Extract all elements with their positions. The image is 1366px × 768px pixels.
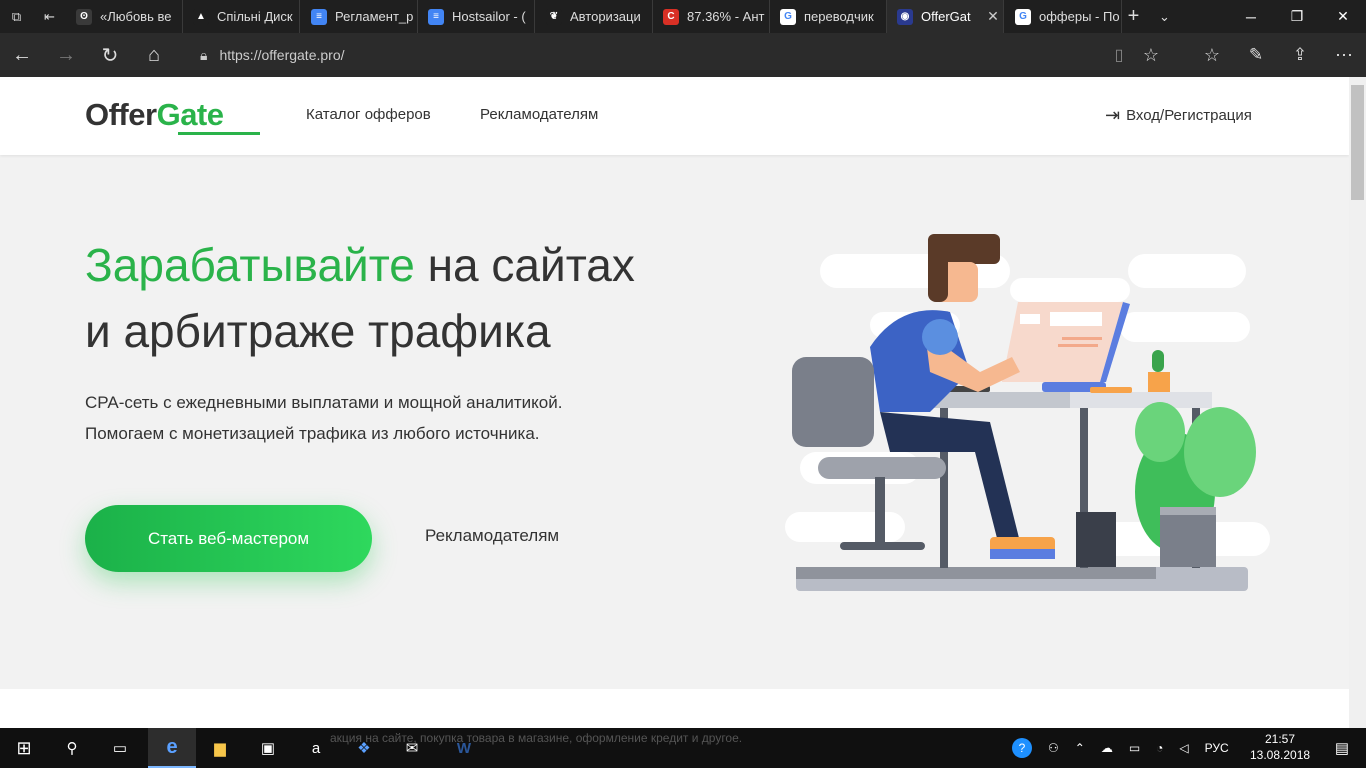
browser-tab[interactable]: ʘ «Любовь ве [66,0,183,33]
nav-catalog[interactable]: Каталог офферов [306,106,431,123]
amazon-icon[interactable]: a [292,728,340,768]
favorites-hub-icon[interactable]: ☆ [1190,33,1234,77]
login-icon: ⇥ [1105,105,1121,125]
favorite-star-icon[interactable]: ☆ [1129,33,1173,77]
word-icon[interactable]: W [440,728,488,768]
lock-icon: 🔒︎ [200,46,208,63]
help-icon[interactable]: ? [1012,738,1032,758]
site-header: OfferGate Каталог офферов Рекламодателям… [0,77,1349,155]
search-icon[interactable]: ⚲ [48,728,96,768]
tab-favicon-icon: ≡ [311,8,327,25]
tab-favicon-icon: ʘ [76,8,92,25]
back-icon[interactable]: ← [0,33,44,77]
share-icon[interactable]: ⇪ [1278,33,1322,77]
tab-list-chevron-icon[interactable]: ⌄ [1148,0,1181,33]
browser-tab[interactable]: Gпереводчик [770,0,887,33]
clock-date: 13.08.2018 [1250,748,1311,762]
browser-tab[interactable]: C 87.36% - Ант [653,0,770,33]
login-label: Вход/Регистрация [1126,107,1252,124]
battery-icon[interactable]: ▭ [1129,741,1140,755]
close-window-icon[interactable]: ✕ [1320,0,1366,33]
browser-tab-bar: ⧉ ⇤ ʘ «Любовь ве ▲ Спільні Диск ≡ Регламент_р… [0,0,1366,33]
tab-favicon-icon: ◉ [897,8,913,25]
site-logo[interactable]: OfferGate [85,97,224,133]
mail-icon[interactable]: ✉ [388,728,436,768]
browser-tab[interactable]: ≡ Регламент_р [301,0,418,33]
next-section [0,689,1349,728]
tab-title: Hostsailor - ( [452,9,526,24]
nav-advertisers[interactable]: Рекламодателям [480,106,598,123]
browser-tab[interactable]: ▲ Спільні Диск [183,0,300,33]
logo-gate: Gate [156,97,224,132]
tab-manager-icon[interactable]: ⧉ [0,0,33,33]
tab-title: 87.36% - Ант [687,9,765,24]
wifi-icon[interactable]: ◔ [1156,741,1163,755]
browser-tab[interactable]: ≡ Hostsailor - ( [418,0,535,33]
hero-title-green: Зарабатывайте [85,239,415,291]
refresh-icon[interactable]: ↻ [88,33,132,77]
web-notes-icon[interactable]: ✎ [1234,33,1278,77]
login-link[interactable]: ⇥ Вход/Регистрация [1105,105,1252,126]
browser-tab[interactable]: Gофферы - По [1005,0,1122,33]
dropbox-icon[interactable]: ❖ [340,728,388,768]
scrollbar-thumb[interactable] [1351,85,1364,200]
hero-title-line1: на сайтах [414,239,635,291]
hero-sub-line2: Помогаем с монетизацией трафика из любог… [85,424,540,443]
tab-title: Регламент_р [335,9,414,24]
logo-offer: Offer [85,97,157,132]
hero-title-line2: и арбитраже трафика [85,305,551,357]
more-icon[interactable]: ⋯ [1322,33,1366,77]
onedrive-icon[interactable]: ☁ [1101,741,1113,755]
clock-time: 21:57 [1264,732,1296,746]
browser-address-bar: ← → ↻ ⌂ 🔒︎ https://offergate.pro/ ▯ ☆ ☆ … [0,33,1366,77]
home-icon[interactable]: ⌂ [132,33,176,77]
forward-icon[interactable]: → [44,33,88,77]
tab-favicon-icon: C [663,8,679,25]
start-windows-icon[interactable]: ⊞ [0,728,48,768]
language-indicator[interactable]: РУС [1205,741,1229,755]
page-scrollbar[interactable] [1349,77,1366,728]
task-view-icon[interactable]: ▭ [96,728,144,768]
volume-icon[interactable]: ◁ [1179,741,1188,755]
url-field[interactable]: 🔒︎ https://offergate.pro/ [200,42,1100,68]
set-aside-tabs-icon[interactable]: ⇤ [33,0,66,33]
browser-tab[interactable]: ❦ Авторизаци [536,0,653,33]
tab-title: Авторизаци [570,9,641,24]
file-explorer-icon[interactable]: ▆ [196,728,244,768]
windows-taskbar: акция на сайте, покупка товара в магазин… [0,728,1366,768]
browser-tab[interactable]: ◉ OfferGat ✕ [887,0,1004,33]
tab-title: офферы - По [1039,9,1120,24]
tab-close-icon[interactable]: ✕ [983,8,1003,25]
tab-title: Спільні Диск [217,9,293,24]
tab-favicon-icon: ▲ [193,8,209,25]
restore-icon[interactable]: ❐ [1274,0,1320,33]
system-tray: ? ⚇ ⌃ ☁ ▭ ◔ ◁ РУС [1012,728,1229,768]
tab-title: OfferGat [921,9,971,24]
tab-favicon-icon: ≡ [428,8,444,25]
people-icon[interactable]: ⚇ [1048,741,1059,755]
clock[interactable]: 21:57 13.08.2018 [1250,731,1310,763]
store-icon[interactable]: ▣ [244,728,292,768]
tray-up-chevron-icon[interactable]: ⌃ [1075,741,1085,755]
url-text: https://offergate.pro/ [219,47,345,63]
hero-title: Зарабатывайте на сайтах и арбитраже траф… [85,232,785,364]
minimize-icon[interactable]: ─ [1228,0,1274,33]
tab-title: «Любовь ве [100,9,172,24]
action-center-icon[interactable]: ▤ [1318,728,1366,768]
new-tab-button[interactable]: + [1117,0,1150,33]
hero-illustration [785,234,1270,591]
tab-favicon-icon: ❦ [546,8,562,25]
become-webmaster-button[interactable]: Стать веб-мастером [85,505,372,572]
web-page: OfferGate Каталог офферов Рекламодателям… [0,77,1349,728]
hero-subtitle: CPA-сеть с ежедневными выплатами и мощно… [85,387,685,449]
advertisers-link[interactable]: Рекламодателям [425,526,559,546]
tab-favicon-icon: G [1015,8,1031,25]
tab-favicon-icon: G [780,8,796,25]
hero-sub-line1: CPA-сеть с ежедневными выплатами и мощно… [85,393,563,412]
tab-title: переводчик [804,9,874,24]
edge-browser-icon[interactable]: e [148,728,196,768]
logo-underline [178,132,260,135]
